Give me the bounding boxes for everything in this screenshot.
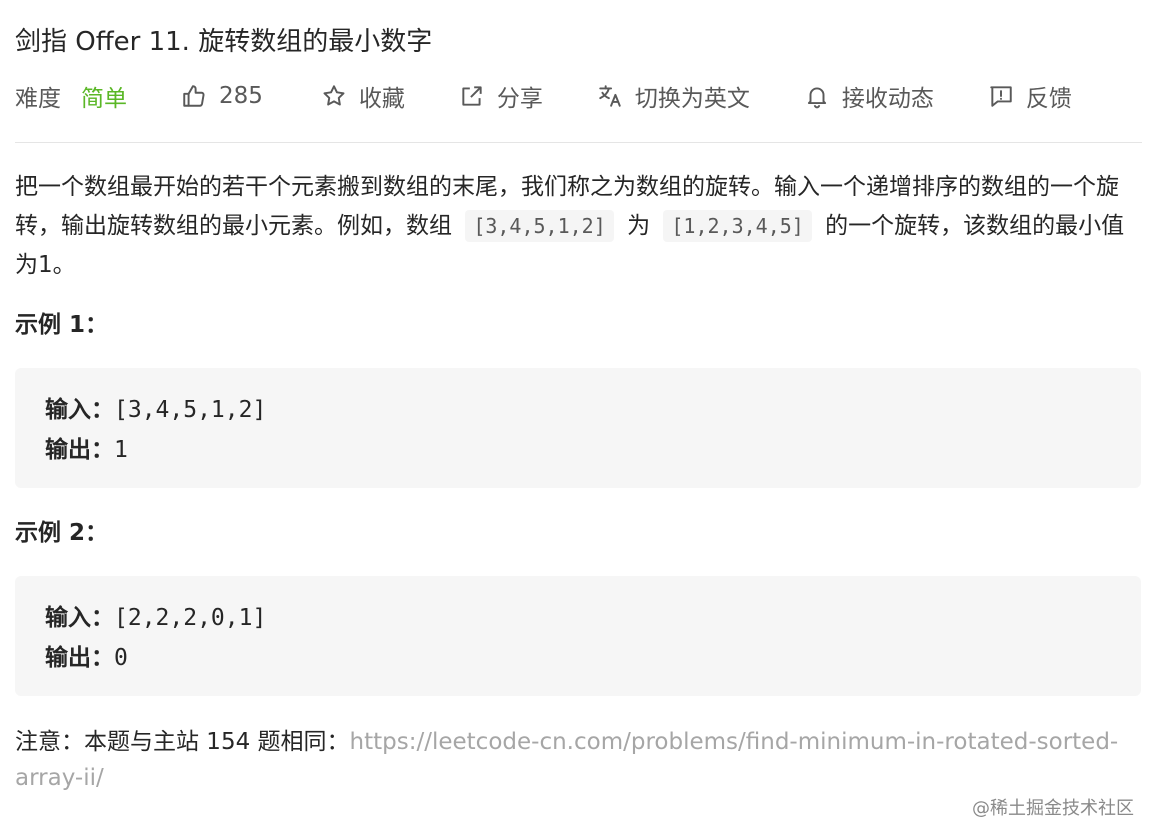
example-1-output-value: 1	[114, 437, 128, 463]
bell-icon	[802, 81, 832, 111]
favorite-button[interactable]: 收藏	[319, 79, 405, 113]
problem-description: 把一个数组最开始的若干个元素搬到数组的末尾，我们称之为数组的旋转。输入一个递增排…	[15, 168, 1143, 285]
example-2-output-label: 输出：	[45, 645, 114, 671]
note: 注意：本题与主站 154 题相同：https://leetcode-cn.com…	[15, 724, 1143, 796]
star-icon	[319, 81, 349, 111]
thumbs-up-icon	[179, 81, 209, 111]
note-text: 注意：本题与主站 154 题相同：	[15, 729, 350, 755]
watermark: @稀土掘金技术社区	[972, 798, 1134, 819]
example-2-input-line: 输入：[2,2,2,0,1]	[45, 598, 1111, 638]
subscribe-label: 接收动态	[841, 86, 934, 112]
share-label: 分享	[496, 86, 543, 112]
example-1-output-line: 输出：1	[45, 430, 1111, 470]
problem-meta-bar: 难度 简单 285 收藏 分享 切换为英文 接收动态 反馈	[15, 78, 1072, 114]
subscribe-button[interactable]: 接收动态	[802, 79, 934, 113]
example-2-code-block: 输入：[2,2,2,0,1] 输出：0	[15, 576, 1141, 696]
difficulty-value: 简单	[81, 86, 127, 112]
example-2-title: 示例 2：	[15, 520, 109, 546]
example-1-input-line: 输入：[3,4,5,1,2]	[45, 390, 1111, 430]
favorite-label: 收藏	[358, 86, 405, 112]
example-1-input-label: 输入：	[45, 397, 114, 423]
example-2-input-value: [2,2,2,0,1]	[114, 605, 267, 631]
translate-button[interactable]: 切换为英文	[595, 79, 750, 113]
inline-code-rotated-array: [3,4,5,1,2]	[465, 210, 614, 242]
feedback-icon	[986, 81, 1016, 111]
description-text-2: 为	[627, 213, 651, 239]
example-2-output-value: 0	[114, 645, 128, 671]
example-1-output-label: 输出：	[45, 437, 114, 463]
difficulty-label: 难度	[15, 86, 61, 112]
example-2-input-label: 输入：	[45, 605, 114, 631]
share-icon	[457, 81, 487, 111]
difficulty: 难度 简单	[15, 79, 127, 113]
inline-code-sorted-array: [1,2,3,4,5]	[663, 210, 812, 242]
share-button[interactable]: 分享	[457, 79, 543, 113]
problem-title: 剑指 Offer 11. 旋转数组的最小数字	[15, 27, 433, 57]
example-2-output-line: 输出：0	[45, 638, 1111, 678]
feedback-label: 反馈	[1025, 86, 1072, 112]
header-divider	[15, 142, 1142, 143]
example-1-title: 示例 1：	[15, 312, 109, 338]
feedback-button[interactable]: 反馈	[986, 79, 1072, 113]
like-button[interactable]: 285	[179, 81, 263, 111]
example-1-code-block: 输入：[3,4,5,1,2] 输出：1	[15, 368, 1141, 488]
translate-icon	[595, 81, 625, 111]
example-1-input-value: [3,4,5,1,2]	[114, 397, 267, 423]
translate-label: 切换为英文	[634, 86, 750, 112]
like-count: 285	[219, 83, 263, 109]
